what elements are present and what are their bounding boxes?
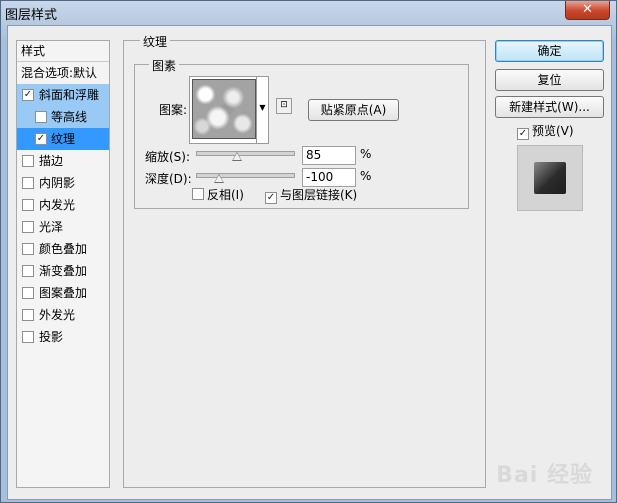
- depth-slider-thumb[interactable]: [214, 174, 224, 183]
- new-preset-icon[interactable]: ⊡: [276, 98, 292, 114]
- texture-checkbox[interactable]: ✓: [35, 133, 47, 145]
- ok-button[interactable]: 确定: [495, 40, 604, 62]
- texture-panel: 纹理 图素 图案: ▼ ⊡ 贴紧原点(A) 缩放(S): 85 % 深度(D):…: [123, 33, 486, 488]
- preview-checkbox[interactable]: ✓: [517, 128, 529, 140]
- blend-options-item[interactable]: 混合选项:默认: [17, 62, 109, 84]
- style-item-label: 颜色叠加: [39, 242, 88, 256]
- texture-section-title: 纹理: [140, 33, 171, 50]
- pattern-overlay-checkbox[interactable]: [22, 287, 34, 299]
- style-item-label: 渐变叠加: [39, 264, 88, 278]
- style-item-inner-glow[interactable]: 内发光: [17, 194, 109, 216]
- elements-group: 图素 图案: ▼ ⊡ 贴紧原点(A) 缩放(S): 85 % 深度(D): -1…: [134, 57, 469, 209]
- depth-input[interactable]: -100: [302, 168, 356, 187]
- depth-unit: %: [360, 169, 372, 183]
- scale-label: 缩放(S):: [145, 150, 191, 164]
- preview-option[interactable]: ✓ 预览(V): [517, 123, 574, 140]
- gradient-overlay-checkbox[interactable]: [22, 265, 34, 277]
- contour-checkbox[interactable]: [35, 111, 47, 123]
- style-item-label: 图案叠加: [39, 286, 88, 300]
- layer-style-dialog: 图层样式 ✕ 样式 混合选项:默认 ✓ 斜面和浮雕 等高线 ✓ 纹理 描边 内阴…: [0, 0, 617, 503]
- depth-slider[interactable]: [196, 173, 295, 178]
- pattern-picker[interactable]: ▼: [189, 76, 269, 144]
- style-item-texture[interactable]: ✓ 纹理: [17, 128, 109, 150]
- pattern-label: 图案:: [159, 103, 188, 117]
- style-item-bevel-emboss[interactable]: ✓ 斜面和浮雕: [17, 84, 109, 106]
- inner-shadow-checkbox[interactable]: [22, 177, 34, 189]
- style-item-label: 内阴影: [39, 176, 76, 190]
- style-item-satin[interactable]: 光泽: [17, 216, 109, 238]
- style-list: 样式 混合选项:默认 ✓ 斜面和浮雕 等高线 ✓ 纹理 描边 内阴影 内发光 光…: [16, 40, 110, 488]
- satin-checkbox[interactable]: [22, 221, 34, 233]
- style-item-inner-shadow[interactable]: 内阴影: [17, 172, 109, 194]
- inner-glow-checkbox[interactable]: [22, 199, 34, 211]
- bevel-emboss-checkbox[interactable]: ✓: [22, 89, 34, 101]
- style-item-label: 描边: [39, 154, 64, 168]
- style-item-pattern-overlay[interactable]: 图案叠加: [17, 282, 109, 304]
- style-item-color-overlay[interactable]: 颜色叠加: [17, 238, 109, 260]
- new-style-button[interactable]: 新建样式(W)...: [495, 96, 604, 118]
- style-item-stroke[interactable]: 描边: [17, 150, 109, 172]
- close-button[interactable]: ✕: [565, 1, 610, 20]
- preview-label: 预览(V): [532, 124, 574, 138]
- depth-label: 深度(D):: [145, 172, 192, 186]
- style-item-label: 纹理: [51, 132, 76, 146]
- watermark-logo: Bai 经验: [496, 463, 593, 488]
- link-with-layer-label: 与图层链接(K): [280, 188, 358, 202]
- elements-group-title: 图素: [149, 57, 180, 74]
- style-item-label: 外发光: [39, 308, 76, 322]
- pattern-dropdown-arrow-icon[interactable]: ▼: [256, 77, 268, 143]
- style-preview-thumbnail: [517, 145, 583, 211]
- style-item-gradient-overlay[interactable]: 渐变叠加: [17, 260, 109, 282]
- scale-unit: %: [360, 147, 372, 161]
- stroke-checkbox[interactable]: [22, 155, 34, 167]
- invert-option[interactable]: 反相(I): [192, 187, 244, 203]
- pattern-swatch[interactable]: [192, 79, 256, 139]
- invert-checkbox[interactable]: [192, 188, 204, 200]
- color-overlay-checkbox[interactable]: [22, 243, 34, 255]
- invert-label: 反相(I): [207, 188, 244, 202]
- style-item-label: 斜面和浮雕: [39, 88, 100, 102]
- style-item-outer-glow[interactable]: 外发光: [17, 304, 109, 326]
- style-item-label: 投影: [39, 330, 64, 344]
- style-item-label: 内发光: [39, 198, 76, 212]
- scale-slider-thumb[interactable]: [232, 152, 242, 161]
- style-list-header[interactable]: 样式: [17, 41, 109, 62]
- scale-slider[interactable]: [196, 151, 295, 156]
- style-item-label: 光泽: [39, 220, 64, 234]
- title-bar[interactable]: 图层样式 ✕: [1, 1, 616, 23]
- scale-input[interactable]: 85: [302, 146, 356, 165]
- outer-glow-checkbox[interactable]: [22, 309, 34, 321]
- dialog-body: 样式 混合选项:默认 ✓ 斜面和浮雕 等高线 ✓ 纹理 描边 内阴影 内发光 光…: [7, 25, 612, 500]
- window-title: 图层样式: [5, 8, 58, 23]
- style-item-drop-shadow[interactable]: 投影: [17, 326, 109, 348]
- link-with-layer-option[interactable]: ✓ 与图层链接(K): [265, 187, 358, 204]
- reset-button[interactable]: 复位: [495, 69, 604, 91]
- preview-square: [534, 162, 566, 194]
- style-item-contour[interactable]: 等高线: [17, 106, 109, 128]
- snap-to-origin-button[interactable]: 贴紧原点(A): [308, 99, 399, 121]
- link-with-layer-checkbox[interactable]: ✓: [265, 192, 277, 204]
- style-item-label: 等高线: [51, 110, 88, 124]
- drop-shadow-checkbox[interactable]: [22, 331, 34, 343]
